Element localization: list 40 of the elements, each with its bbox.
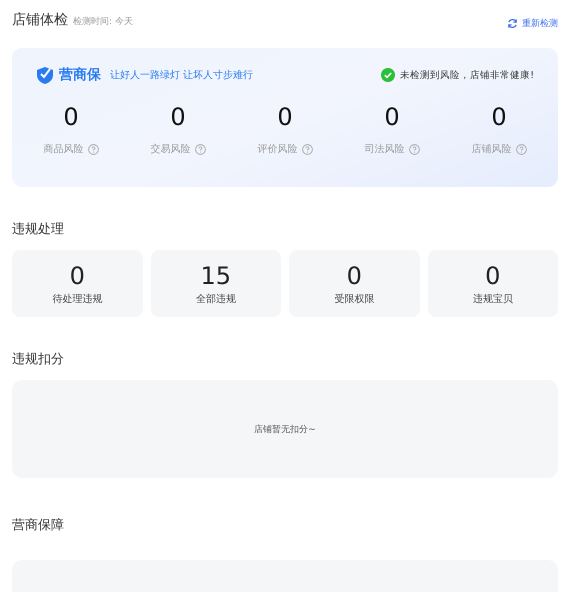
help-icon[interactable] [302,144,312,154]
help-icon[interactable] [516,144,526,154]
risk-label: 商品风险 [44,142,84,156]
stat-label: 待处理违规 [52,292,102,306]
risk-count: 0 [277,102,293,132]
check-circle-icon [381,68,396,82]
stat-count: 0 [485,262,500,290]
brand-name: 营商保 [59,66,101,84]
refresh-icon [507,18,518,28]
risk-count: 0 [170,102,186,132]
stat-count: 0 [346,262,362,290]
risk-count: 0 [491,102,507,132]
stat-label: 违规宝贝 [472,292,513,306]
page-title: 店铺体检 [12,11,68,29]
stat-card[interactable]: 0 待处理违规 [12,250,142,317]
check-time: 检测时间: 今天 [73,16,133,28]
stat-card[interactable]: 15 全部违规 [150,250,281,317]
stat-count: 0 [70,262,85,290]
help-icon[interactable] [408,144,420,154]
stat-label: 受限权限 [334,292,374,306]
stat-label: 全部违规 [196,292,236,306]
stat-card[interactable]: 0 受限权限 [289,250,420,317]
empty-message: 店铺暂无扣分~ [254,424,316,436]
stat-card[interactable]: 0 违规宝贝 [428,250,558,317]
slogan: 让好人一路绿灯 让坏人寸步难行 [110,68,254,82]
health-status: 未检测到风险，店铺非常健康! [400,68,534,82]
risk-label: 交易风险 [150,142,190,156]
section-title: 违规处理 [12,221,65,239]
shield-check-icon [36,65,54,85]
risk-label: 评价风险 [258,143,298,156]
help-icon[interactable] [88,144,98,154]
help-icon[interactable] [194,144,206,154]
recheck-link[interactable]: 重新检测 [507,16,558,30]
section-title: 营商保障 [12,517,65,535]
risk-label: 司法风险 [364,142,404,156]
section-title: 违规扣分 [12,351,65,369]
risk-count: 0 [384,102,400,132]
risk-count: 0 [63,102,79,132]
risk-label: 店铺风险 [472,142,512,156]
stat-count: 15 [200,262,232,290]
